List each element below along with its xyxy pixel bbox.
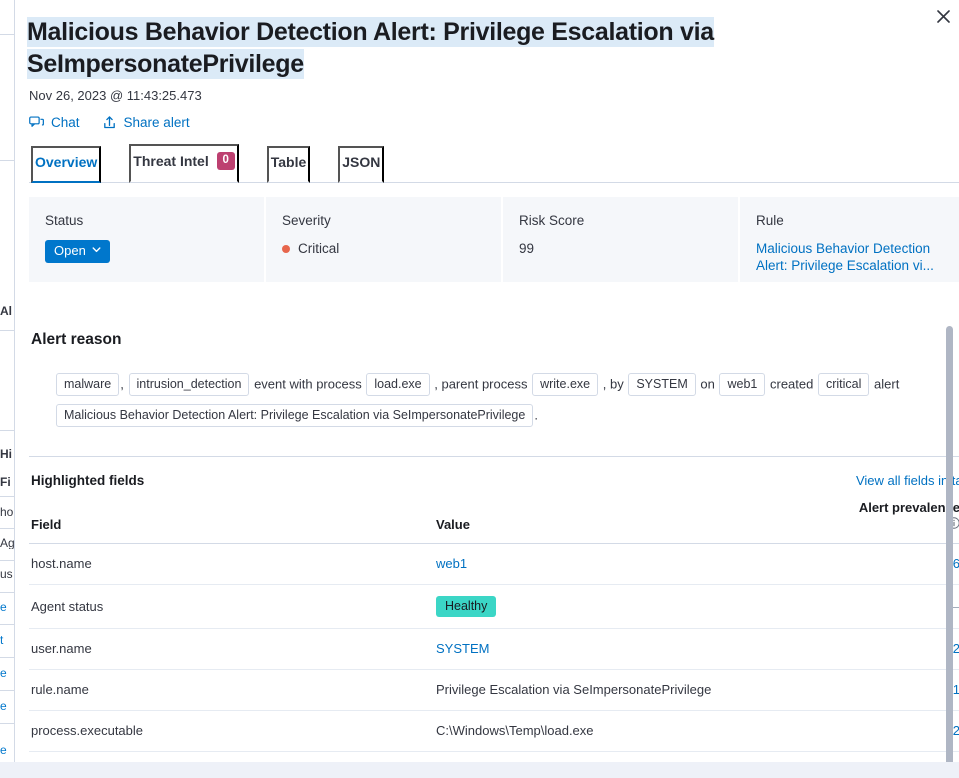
reason-text-2: , parent process (434, 377, 527, 392)
alert-timestamp: Nov 26, 2023 @ 11:43:25.473 (27, 87, 933, 105)
share-alert-label: Share alert (124, 115, 190, 130)
reason-chip-event-category[interactable]: malware (56, 373, 119, 396)
share-alert-button[interactable]: Share alert (102, 115, 190, 130)
field-value-cell: SYSTEM (434, 629, 854, 670)
table-row: host.nameweb1 6 (29, 544, 959, 585)
footer-bar (0, 762, 959, 778)
alert-prevalence-cell: — (854, 585, 959, 629)
table-row: Agent statusHealthy — (29, 585, 959, 629)
flyout-header: Malicious Behavior Detection Alert: Priv… (15, 0, 959, 144)
share-icon (102, 115, 117, 130)
table-row: user.nameSYSTEM 2 (29, 629, 959, 670)
table-row: rule.namePrivilege Escalation via SeImpe… (29, 670, 959, 711)
rule-name-link[interactable]: Malicious Behavior Detection Alert: Priv… (756, 240, 959, 274)
alert-prevalence-cell[interactable]: 2 (854, 711, 959, 752)
chat-bubble-icon (29, 115, 44, 130)
reason-text-6: alert (874, 377, 899, 392)
field-name-cell: Agent status (29, 585, 434, 629)
background-page-edge: Al Hi Fi ho Ag us e t e e e (0, 0, 14, 778)
status-card-label: Status (45, 213, 248, 229)
vertical-scrollbar-track[interactable] (949, 163, 956, 774)
alert-prevalence-cell[interactable]: 2 (854, 629, 959, 670)
reason-chip-process[interactable]: load.exe (366, 373, 429, 396)
field-value-cell: Privilege Escalation via SeImpersonatePr… (434, 670, 854, 711)
highlighted-fields-header: Highlighted fields View all fields in ta… (29, 473, 959, 488)
status-open-label: Open (54, 243, 86, 259)
alert-reason-heading: Alert reason (31, 331, 959, 349)
column-header-value: Value (434, 500, 854, 544)
tab-table[interactable]: Table (267, 146, 311, 183)
reason-text-5: created (770, 377, 813, 392)
status-card: Status Open (29, 197, 264, 282)
severity-text: Critical (298, 240, 339, 257)
column-header-field: Field (29, 500, 434, 544)
alert-reason-body: malware, intrusion_detection event with … (29, 369, 959, 430)
tab-overview[interactable]: Overview (31, 146, 101, 183)
status-badge: Healthy (436, 596, 496, 617)
risk-score-value: 99 (519, 240, 722, 257)
severity-card: Severity Critical (266, 197, 501, 282)
chat-button[interactable]: Chat (29, 115, 80, 130)
highlighted-fields-title: Highlighted fields (29, 473, 144, 488)
section-divider (29, 456, 959, 457)
column-header-prevalence-label: Alert prevalence (859, 500, 959, 515)
severity-dot-icon (282, 245, 290, 253)
tab-json[interactable]: JSON (338, 146, 384, 183)
reason-text-1: event with process (254, 377, 362, 392)
reason-text-7: . (534, 407, 538, 422)
risk-score-card: Risk Score 99 (503, 197, 738, 282)
chevron-down-icon (91, 243, 102, 259)
field-value-cell: C:\Windows\Temp\load.exe (434, 711, 854, 752)
vertical-scrollbar-thumb[interactable] (946, 326, 953, 778)
rule-card: Rule Malicious Behavior Detection Alert:… (740, 197, 959, 282)
table-row: process.executableC:\Windows\Temp\load.e… (29, 711, 959, 752)
field-name-cell: host.name (29, 544, 434, 585)
status-open-dropdown[interactable]: Open (45, 240, 110, 263)
chat-button-label: Chat (51, 115, 80, 130)
highlighted-fields-body: host.nameweb16Agent statusHealthy—user.n… (29, 544, 959, 778)
tab-table-label: Table (271, 154, 307, 170)
severity-value: Critical (282, 240, 485, 257)
threat-intel-count-badge: 0 (217, 152, 235, 170)
reason-text-4: on (700, 377, 714, 392)
tab-json-label: JSON (342, 154, 380, 170)
header-actions: Chat Share alert (27, 115, 933, 144)
alert-details-flyout: Malicious Behavior Detection Alert: Priv… (14, 0, 959, 778)
reason-chip-host[interactable]: web1 (719, 373, 765, 396)
risk-score-card-label: Risk Score (519, 213, 722, 229)
alert-prevalence-cell[interactable]: 1 (854, 670, 959, 711)
table-header-row: Field Value Alert prevalence (29, 500, 959, 544)
field-value-link[interactable]: SYSTEM (436, 641, 489, 656)
reason-chip-user[interactable]: SYSTEM (628, 373, 695, 396)
reason-chip-severity[interactable]: critical (818, 373, 869, 396)
reason-text-3: , by (603, 377, 624, 392)
rule-card-label: Rule (756, 213, 959, 229)
view-all-fields-link[interactable]: View all fields in table (856, 473, 959, 488)
reason-sep-1: , (120, 377, 124, 392)
reason-chip-parent-process[interactable]: write.exe (532, 373, 598, 396)
field-name-cell: user.name (29, 629, 434, 670)
field-name-cell: process.executable (29, 711, 434, 752)
summary-cards: Status Open Severity Critical Risk Score… (29, 197, 959, 282)
field-value-cell: web1 (434, 544, 854, 585)
tab-threat-intel-label: Threat Intel (133, 153, 208, 169)
alert-reason-section: Alert reason malware, intrusion_detectio… (29, 331, 959, 430)
field-value-cell: Healthy (434, 585, 854, 629)
reason-chip-event-type[interactable]: intrusion_detection (129, 373, 250, 396)
tab-overview-label: Overview (35, 154, 97, 170)
alert-prevalence-cell[interactable]: 6 (854, 544, 959, 585)
reason-chip-rule[interactable]: Malicious Behavior Detection Alert: Priv… (56, 404, 533, 427)
page-title: Malicious Behavior Detection Alert: Priv… (27, 16, 933, 80)
column-header-prevalence: Alert prevalence (854, 500, 959, 544)
tab-threat-intel[interactable]: Threat Intel 0 (129, 144, 238, 183)
alert-title-text: Malicious Behavior Detection Alert: Priv… (27, 17, 714, 79)
field-name-cell: rule.name (29, 670, 434, 711)
close-icon[interactable] (930, 3, 956, 29)
severity-card-label: Severity (282, 213, 485, 229)
flyout-tabs: Overview Threat Intel 0 Table JSON (29, 144, 959, 183)
field-value-link[interactable]: web1 (436, 556, 467, 571)
highlighted-fields-table: Field Value Alert prevalence host.namewe… (29, 500, 959, 778)
